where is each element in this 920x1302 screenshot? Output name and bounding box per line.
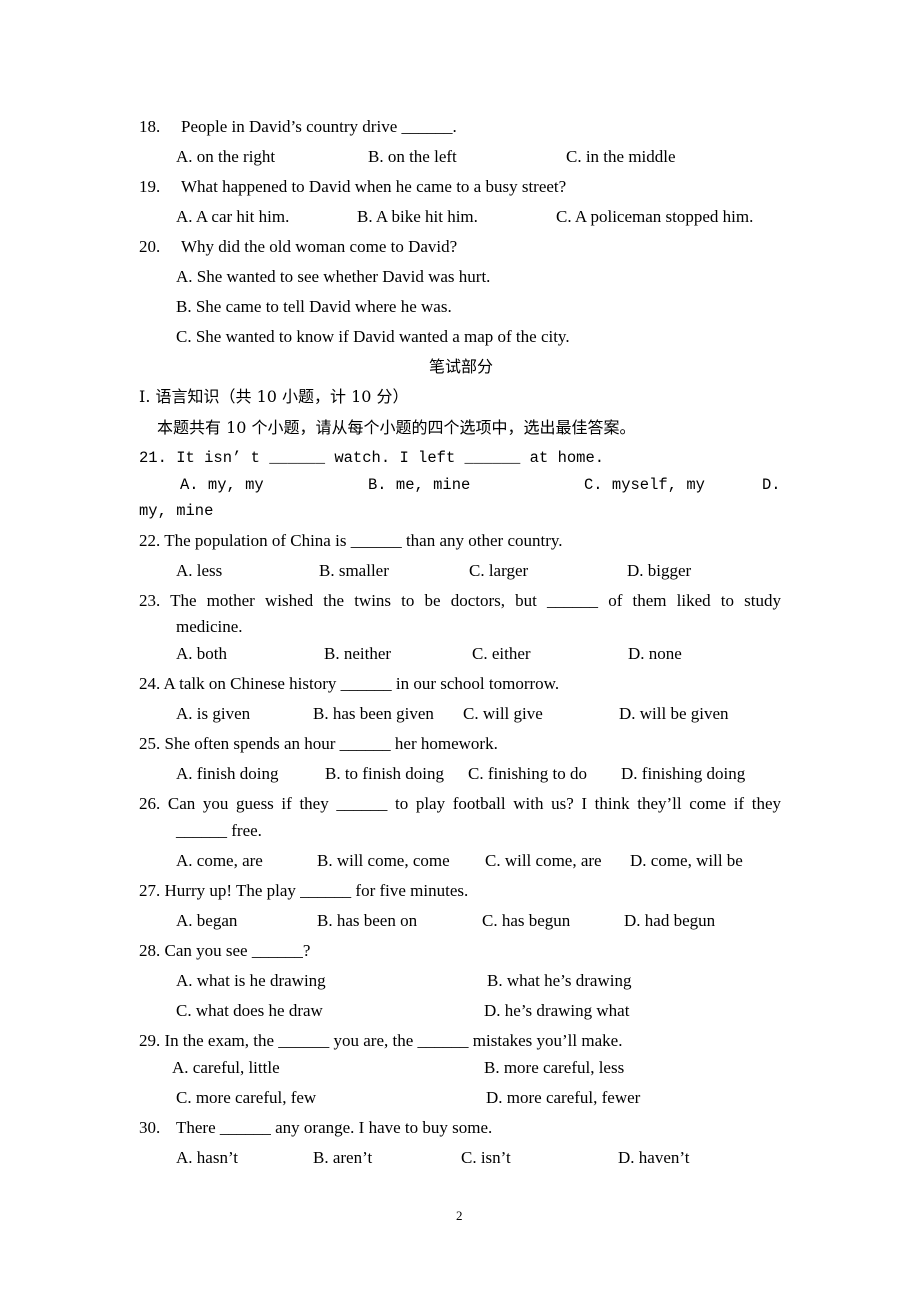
question-27-stem: 27. Hurry up! The play ______ for five m… [139,881,469,900]
question-28-option-b: B. what he’s drawing [487,971,632,990]
question-30-option-d: D. haven’t [618,1148,690,1167]
question-28-option-a: A. what is he drawing [176,971,326,990]
question-19-option-b: B. A bike hit him. [357,207,478,226]
question-26-option-b: B. will come, come [317,851,450,870]
question-28-option-d: D. he’s drawing what [484,1001,630,1020]
question-30-option-a: A. hasn’t [176,1148,239,1167]
question-26-option-a: A. come, are [176,851,263,870]
question-26-stem-wrap: ______ free. [176,821,262,840]
question-29-option-b: B. more careful, less [484,1058,625,1077]
question-19-stem: What happened to David when he came to a… [181,177,567,196]
question-20-option-c: C. She wanted to know if David wanted a … [176,327,570,346]
question-18-option-a: A. on the right [176,147,276,166]
question-21-stem: 21. It isn’ t ______ watch. I left _____… [139,449,605,467]
question-21-option-d-text: my, mine [139,502,214,520]
question-24-option-d: D. will be given [619,704,729,723]
question-27-option-d: D. had begun [624,911,716,930]
part-instruction: 本题共有 10 个小题，请从每个小题的四个选项中，选出最佳答案。 [157,418,636,437]
question-22-option-a: A. less [176,561,223,580]
question-20-stem: Why did the old woman come to David? [181,237,458,256]
question-23-option-a: A. both [176,644,227,663]
question-25-option-c: C. finishing to do [468,764,588,783]
question-23-stem: 23. The mother wished the twins to be do… [139,591,781,610]
question-24-option-c: C. will give [463,704,543,723]
section-title: 笔试部分 [428,357,493,376]
question-21-option-c: C. myself, my [584,476,705,494]
question-28-option-c: C. what does he draw [176,1001,323,1020]
question-22-stem: 22. The population of China is ______ th… [139,531,563,550]
question-29-stem: 29. In the exam, the ______ you are, the… [139,1031,623,1050]
question-19-number: 19. [139,177,161,196]
page-number: 2 [456,1208,463,1223]
question-27-option-c: C. has begun [482,911,571,930]
question-25-stem: 25. She often spends an hour ______ her … [139,734,498,753]
question-20-number: 20. [139,237,161,256]
question-23-option-c: C. either [472,644,531,663]
question-30-number: 30. [139,1118,161,1137]
question-30-option-c: C. isn’t [461,1148,511,1167]
question-27-option-a: A. began [176,911,238,930]
question-20-option-b: B. She came to tell David where he was. [176,297,452,316]
question-21-option-a: A. my, my [180,476,264,494]
question-22-option-d: D. bigger [627,561,692,580]
question-22-option-b: B. smaller [319,561,389,580]
question-18-option-b: B. on the left [368,147,457,166]
question-25-option-b: B. to finish doing [325,764,445,783]
question-30-stem: There ______ any orange. I have to buy s… [176,1118,493,1137]
question-29-option-c: C. more careful, few [176,1088,317,1107]
question-25-option-d: D. finishing doing [621,764,746,783]
question-19-option-a: A. A car hit him. [176,207,290,226]
question-21-option-d-label: D. [762,476,781,494]
question-29-option-a: A. careful, little [172,1058,280,1077]
question-21-option-b: B. me, mine [368,476,471,494]
question-24-option-b: B. has been given [313,704,434,723]
question-18-option-c: C. in the middle [566,147,676,166]
question-24-stem: 24. A talk on Chinese history ______ in … [139,674,560,693]
question-24-option-a: A. is given [176,704,251,723]
question-20-option-a: A. She wanted to see whether David was h… [176,267,491,286]
question-26-stem: 26. Can you guess if they ______ to play… [139,794,781,813]
question-18-number: 18. [139,117,161,136]
part-heading: I. 语言知识（共 10 小题，计 10 分） [139,387,409,406]
question-26-option-c: C. will come, are [485,851,602,870]
question-23-stem-wrap: medicine. [176,617,243,636]
question-25-option-a: A. finish doing [176,764,279,783]
question-30-option-b: B. aren’t [313,1148,373,1167]
question-22-option-c: C. larger [469,561,529,580]
question-29-option-d: D. more careful, fewer [486,1088,641,1107]
question-28-stem: 28. Can you see ______? [139,941,311,960]
question-27-option-b: B. has been on [317,911,418,930]
question-23-option-b: B. neither [324,644,392,663]
question-26-option-d: D. come, will be [630,851,743,870]
question-23-option-d: D. none [628,644,682,663]
question-18-stem: People in David’s country drive ______. [181,117,457,136]
question-19-option-c: C. A policeman stopped him. [556,207,754,226]
